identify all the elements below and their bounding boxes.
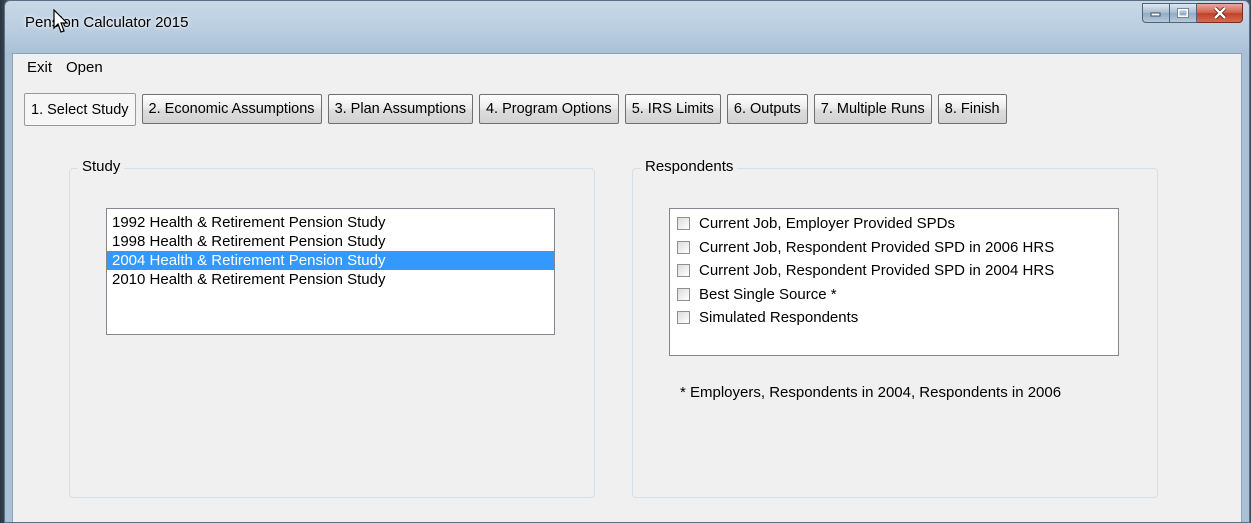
- respondents-group-label: Respondents: [641, 158, 738, 175]
- respondents-checklist[interactable]: Current Job, Employer Provided SPDs Curr…: [669, 208, 1119, 356]
- study-item-1998[interactable]: 1998 Health & Retirement Pension Study: [107, 232, 554, 251]
- minimize-button[interactable]: [1142, 3, 1170, 23]
- tab-outputs[interactable]: 6. Outputs: [726, 94, 808, 124]
- tab-economic-assumptions[interactable]: 2. Economic Assumptions: [141, 94, 322, 124]
- respondent-option[interactable]: Current Job, Respondent Provided SPD in …: [670, 236, 1118, 260]
- close-button[interactable]: [1197, 3, 1243, 23]
- tab-finish[interactable]: 8. Finish: [937, 94, 1007, 124]
- maximize-button[interactable]: [1170, 3, 1197, 23]
- checkbox[interactable]: [677, 217, 690, 231]
- menu-bar: Exit Open: [13, 54, 110, 80]
- maximize-icon: [1177, 8, 1189, 18]
- app-window: Pension Calculator 2015 Exit Open 1. Sel…: [4, 0, 1250, 523]
- study-group-label: Study: [78, 158, 125, 175]
- checkbox[interactable]: [677, 264, 690, 278]
- respondent-option[interactable]: Best Single Source *: [670, 283, 1118, 307]
- study-listbox[interactable]: 1992 Health & Retirement Pension Study 1…: [106, 208, 555, 335]
- checkbox[interactable]: [677, 287, 690, 301]
- client-area: Exit Open 1. Select Study 2. Economic As…: [12, 53, 1242, 522]
- study-item-1992[interactable]: 1992 Health & Retirement Pension Study: [107, 213, 554, 232]
- checkbox[interactable]: [677, 240, 690, 254]
- respondent-option[interactable]: Current Job, Employer Provided SPDs: [670, 212, 1118, 236]
- checkbox[interactable]: [677, 311, 690, 325]
- respondent-option[interactable]: Current Job, Respondent Provided SPD in …: [670, 259, 1118, 283]
- study-item-2010[interactable]: 2010 Health & Retirement Pension Study: [107, 270, 554, 289]
- menu-open[interactable]: Open: [59, 59, 110, 76]
- respondent-option-label: Current Job, Employer Provided SPDs: [699, 215, 955, 233]
- tab-multiple-runs[interactable]: 7. Multiple Runs: [813, 94, 932, 124]
- title-bar[interactable]: Pension Calculator 2015: [5, 1, 1249, 41]
- respondent-option-label: Simulated Respondents: [699, 309, 859, 327]
- respondents-footnote: * Employers, Respondents in 2004, Respon…: [680, 384, 1062, 401]
- tab-strip: 1. Select Study 2. Economic Assumptions …: [24, 93, 1013, 126]
- tab-plan-assumptions[interactable]: 3. Plan Assumptions: [327, 94, 473, 124]
- mouse-cursor-icon: [53, 9, 69, 33]
- tab-irs-limits[interactable]: 5. IRS Limits: [624, 94, 721, 124]
- menu-exit[interactable]: Exit: [20, 59, 59, 76]
- window-title: Pension Calculator 2015: [25, 14, 189, 31]
- study-item-2004[interactable]: 2004 Health & Retirement Pension Study: [107, 251, 554, 270]
- respondent-option-label: Best Single Source *: [699, 285, 837, 303]
- respondent-option[interactable]: Simulated Respondents: [670, 306, 1118, 330]
- minimize-icon: [1150, 12, 1161, 17]
- tab-select-study[interactable]: 1. Select Study: [24, 93, 136, 126]
- close-icon: [1213, 7, 1226, 19]
- tab-program-options[interactable]: 4. Program Options: [478, 94, 619, 124]
- respondent-option-label: Current Job, Respondent Provided SPD in …: [699, 238, 1055, 256]
- respondent-option-label: Current Job, Respondent Provided SPD in …: [699, 262, 1055, 280]
